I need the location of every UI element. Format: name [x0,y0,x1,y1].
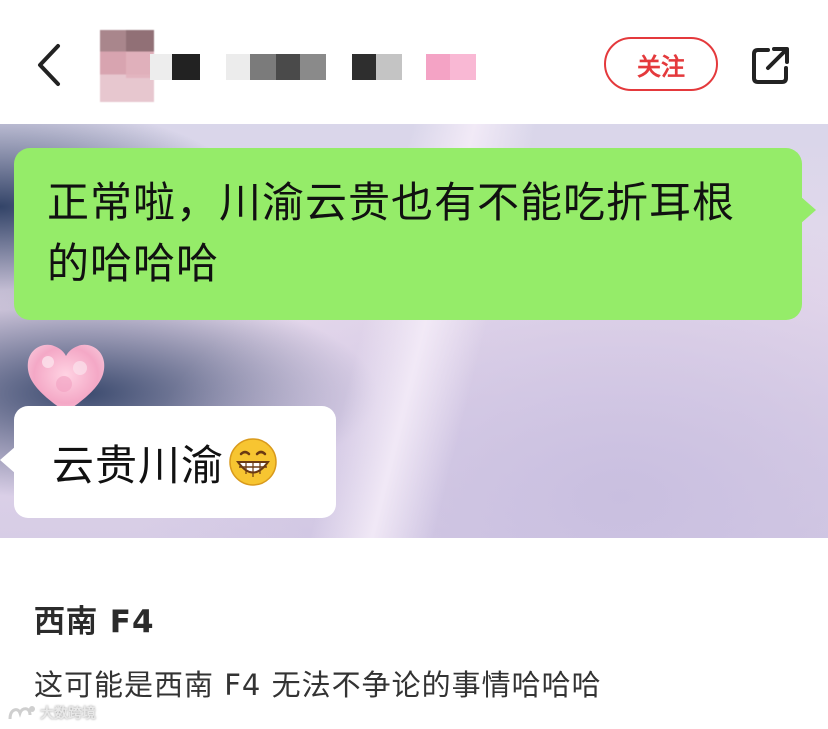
post-image[interactable]: 正常啦，川渝云贵也有不能吃折耳根的哈哈哈 云贵川渝 [0,124,828,538]
sent-message-text: 正常啦，川渝云贵也有不能吃折耳根的哈哈哈 [47,178,736,288]
post-body: 这可能是西南 F4 无法不争论的事情哈哈哈 [34,668,602,702]
back-arrow-icon [38,44,60,86]
sent-message-bubble: 正常啦，川渝云贵也有不能吃折耳根的哈哈哈 [14,148,816,320]
watermark: 大数跨境 [6,702,96,724]
author-avatar[interactable] [100,30,154,102]
share-button[interactable] [750,44,792,86]
received-message-text: 云贵川渝 [52,440,225,490]
follow-button[interactable]: 关注 [604,37,718,91]
heart-avatar-icon [27,344,105,412]
grinning-face-icon [229,438,277,486]
received-message-bubble: 云贵川渝 [0,406,336,518]
share-icon [752,47,789,84]
watermark-logo-icon [8,706,35,720]
bubble-tail [0,446,16,474]
watermark-text: 大数跨境 [40,706,96,722]
bubble-tail [800,196,816,224]
top-bar: 关注 [0,0,828,124]
author-name-redacted[interactable] [150,54,476,80]
post-title: 西南 F4 [34,604,155,640]
back-button[interactable] [30,40,70,90]
